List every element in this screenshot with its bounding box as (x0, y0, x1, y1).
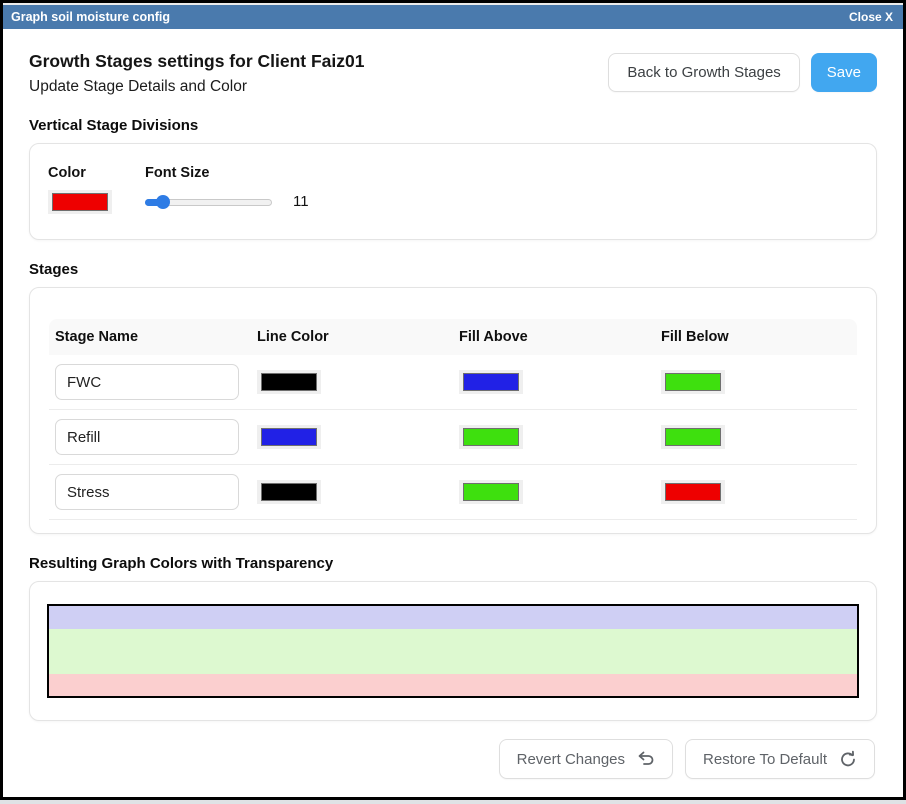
column-header-line-color: Line Color (251, 329, 453, 345)
font-size-slider-row: 11 (145, 193, 309, 210)
stages-heading: Stages (29, 261, 877, 278)
fill-above-swatch (463, 428, 519, 446)
preview-band-middle (49, 629, 857, 674)
stages-card: Stage Name Line Color Fill Above Fill Be… (29, 287, 877, 534)
stages-table-header: Stage Name Line Color Fill Above Fill Be… (49, 319, 857, 355)
soil-moisture-config-modal: Graph soil moisture config Close X Growt… (0, 0, 906, 800)
revert-changes-label: Revert Changes (517, 751, 625, 768)
line-color-picker-fwc[interactable] (257, 370, 321, 394)
font-size-value: 11 (293, 193, 309, 210)
preview-band-below (49, 674, 857, 696)
fill-above-swatch (463, 483, 519, 501)
header-titles: Growth Stages settings for Client Faiz01… (29, 51, 364, 96)
stage-name-input-stress[interactable] (55, 474, 239, 510)
column-header-fill-above: Fill Above (453, 329, 655, 345)
page-title: Growth Stages settings for Client Faiz01 (29, 51, 364, 72)
line-color-picker-stress[interactable] (257, 480, 321, 504)
line-color-swatch (261, 483, 317, 501)
stage-name-input-fwc[interactable] (55, 364, 239, 400)
close-button[interactable]: Close X (849, 10, 893, 24)
font-size-group: Font Size 11 (145, 165, 309, 210)
division-color-group: Color (48, 165, 112, 214)
divisions-heading: Vertical Stage Divisions (29, 117, 877, 134)
fill-below-picker-fwc[interactable] (661, 370, 725, 394)
restore-to-default-button[interactable]: Restore To Default (685, 739, 875, 779)
preview-band-above (49, 606, 857, 629)
header-actions: Back to Growth Stages Save (608, 53, 877, 92)
fill-below-swatch (665, 373, 721, 391)
fill-above-picker-fwc[interactable] (459, 370, 523, 394)
fill-above-swatch (463, 373, 519, 391)
fill-below-picker-refill[interactable] (661, 425, 725, 449)
preview-heading: Resulting Graph Colors with Transparency (29, 555, 877, 572)
modal-titlebar: Graph soil moisture config Close X (3, 5, 903, 29)
refresh-icon (839, 750, 857, 768)
font-size-label: Font Size (145, 165, 309, 181)
background-page-strip (0, 800, 906, 804)
fill-above-picker-refill[interactable] (459, 425, 523, 449)
fill-below-swatch (665, 428, 721, 446)
modal-content: Growth Stages settings for Client Faiz01… (3, 29, 903, 797)
table-row (49, 410, 857, 465)
page-subtitle: Update Stage Details and Color (29, 78, 364, 96)
division-color-label: Color (48, 165, 112, 181)
line-color-swatch (261, 373, 317, 391)
preview-card (29, 581, 877, 721)
page-header: Growth Stages settings for Client Faiz01… (29, 51, 877, 96)
fill-below-picker-stress[interactable] (661, 480, 725, 504)
revert-changes-button[interactable]: Revert Changes (499, 739, 673, 779)
back-to-growth-stages-button[interactable]: Back to Growth Stages (608, 53, 799, 92)
line-color-picker-refill[interactable] (257, 425, 321, 449)
table-row (49, 355, 857, 410)
footer-actions: Revert Changes Restore To Default (29, 739, 877, 779)
division-color-swatch (52, 193, 108, 211)
division-color-picker[interactable] (48, 190, 112, 214)
undo-icon (637, 750, 655, 768)
column-header-fill-below: Fill Below (655, 329, 857, 345)
fill-above-picker-stress[interactable] (459, 480, 523, 504)
color-preview-box (47, 604, 859, 698)
modal-title: Graph soil moisture config (11, 10, 170, 24)
fill-below-swatch (665, 483, 721, 501)
divisions-card: Color Font Size 11 (29, 143, 877, 240)
slider-thumb[interactable] (156, 195, 170, 209)
column-header-stage-name: Stage Name (49, 329, 251, 345)
font-size-slider[interactable] (145, 195, 272, 209)
table-row (49, 465, 857, 520)
stage-name-input-refill[interactable] (55, 419, 239, 455)
line-color-swatch (261, 428, 317, 446)
restore-to-default-label: Restore To Default (703, 751, 827, 768)
save-button[interactable]: Save (811, 53, 877, 92)
